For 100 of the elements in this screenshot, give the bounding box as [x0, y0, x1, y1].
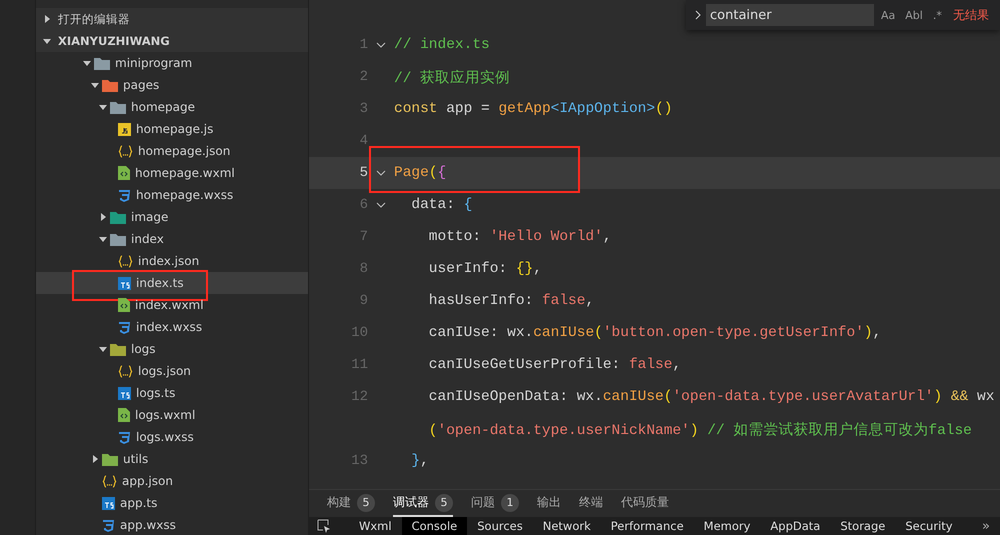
fold-chevron-icon[interactable] [376, 202, 386, 208]
file-item[interactable]: homepage.wxml [36, 162, 308, 184]
code-file-icon [118, 298, 130, 312]
file-item[interactable]: index.wxss [36, 316, 308, 338]
devtools-tab[interactable]: Sources [467, 517, 533, 535]
count-badge: 5 [435, 494, 453, 512]
file-item[interactable]: logs.ts [36, 382, 308, 404]
css-file-icon [118, 188, 131, 202]
folder-item[interactable]: logs [36, 338, 308, 360]
folder-item[interactable]: index [36, 228, 308, 250]
code-line: // 获取应用实例 [394, 68, 510, 86]
file-name: homepage.json [138, 144, 230, 158]
folder-item[interactable]: homepage [36, 96, 308, 118]
caret-icon [99, 345, 107, 353]
file-name: homepage.wxss [136, 188, 234, 202]
file-name: index.wxml [135, 298, 204, 312]
file-name: index.ts [136, 276, 184, 290]
section-title[interactable]: 打开的编辑器 [58, 12, 130, 26]
devtools-tab[interactable]: Network [532, 517, 601, 535]
file-name: app.wxss [120, 518, 176, 532]
file-item[interactable]: homepage.wxss [36, 184, 308, 206]
find-option[interactable]: Abl [902, 8, 926, 22]
file-item[interactable]: index.json [36, 250, 308, 272]
file-item[interactable]: app.wxss [36, 514, 308, 535]
line-number: 7 [360, 229, 368, 245]
devtools-tab[interactable]: Wxml [349, 517, 402, 535]
css-file-icon [118, 320, 131, 334]
code-file-icon [118, 166, 130, 180]
file-name: logs.wxss [136, 430, 194, 444]
devtools-tab[interactable]: AppData [760, 517, 830, 535]
folder-item[interactable]: utils [36, 448, 308, 470]
panel-tab[interactable]: 终端 [579, 490, 603, 517]
chevron-icon[interactable] [694, 9, 702, 21]
fold-chevron-icon[interactable] [376, 170, 386, 176]
folder-icon [102, 452, 118, 466]
find-option[interactable]: Aa [878, 8, 898, 22]
line-number: 4 [360, 133, 368, 149]
devtools-tab[interactable]: Console [402, 517, 468, 535]
file-name: index.json [138, 254, 200, 268]
file-item[interactable]: index.ts [36, 272, 308, 294]
file-item[interactable]: logs.json [36, 360, 308, 382]
line-number: 12 [351, 389, 368, 405]
line-number: 1 [360, 37, 368, 53]
code-line: data: { [410, 197, 472, 213]
braces-icon [118, 144, 133, 158]
file-name: pages [123, 78, 160, 92]
more-tabs-button[interactable]: » [982, 518, 1000, 534]
file-name: logs.json [138, 364, 191, 378]
folder-item[interactable]: miniprogram [36, 52, 308, 74]
braces-icon [102, 474, 117, 488]
panel-tab[interactable]: 代码质量 [621, 490, 669, 517]
code-line: canIUseGetUserProfile: false, [428, 357, 682, 373]
file-name: app.ts [120, 496, 158, 510]
panel-tab[interactable]: 构建 5 [327, 490, 375, 517]
caret-icon [99, 235, 107, 243]
file-item[interactable]: homepage.json [36, 140, 308, 162]
folder-icon [110, 100, 126, 114]
folder-icon [94, 56, 110, 70]
devtools-tab[interactable]: Storage [830, 517, 896, 535]
braces-icon [118, 254, 133, 268]
folder-item[interactable]: pages [36, 74, 308, 96]
file-item[interactable]: app.ts [36, 492, 308, 514]
fold-chevron-icon[interactable] [376, 42, 386, 48]
file-name: app.json [122, 474, 173, 488]
file-item[interactable]: index.wxml [36, 294, 308, 316]
caret-icon [99, 213, 107, 221]
js-file-icon [118, 122, 131, 136]
devtools-tab[interactable]: Memory [694, 517, 760, 535]
panel-tab[interactable]: 输出 [537, 490, 561, 517]
count-badge: 5 [357, 494, 375, 512]
caret-icon [91, 81, 99, 89]
find-input[interactable]: container [706, 4, 874, 26]
panel-tab[interactable]: 问题 1 [471, 490, 519, 517]
code-line: canIUse: wx.canIUse('button.open-type.getUserInfo'), [428, 325, 882, 341]
line-number: 10 [351, 325, 368, 341]
file-name: homepage.js [136, 122, 214, 136]
line-number: 2 [360, 69, 368, 85]
folder-item[interactable]: image [36, 206, 308, 228]
inspect-icon[interactable] [317, 519, 331, 533]
count-badge: 1 [501, 494, 519, 512]
ts-file-icon [118, 386, 131, 400]
file-item[interactable]: logs.wxml [36, 404, 308, 426]
caret-icon [43, 15, 51, 23]
find-option[interactable]: .* [930, 8, 945, 22]
file-name: homepage.wxml [135, 166, 235, 180]
file-name: image [131, 210, 168, 224]
line-number: 8 [360, 261, 368, 277]
code-line: userInfo: {}, [428, 261, 542, 277]
code-line: motto: 'Hello World', [428, 229, 612, 245]
folder-icon [102, 78, 118, 92]
file-name: index.wxss [136, 320, 202, 334]
line-number: 13 [351, 453, 368, 469]
file-item[interactable]: logs.wxss [36, 426, 308, 448]
file-item[interactable]: homepage.js [36, 118, 308, 140]
code-line: canIUseOpenData: wx.canIUse('open-data.type.userAvatarUrl') && wx [428, 389, 994, 405]
devtools-tab[interactable]: Performance [600, 517, 694, 535]
file-item[interactable]: app.json [36, 470, 308, 492]
no-results-text: 无结果 [952, 6, 989, 24]
caret-icon [99, 103, 107, 111]
devtools-tab[interactable]: Security [895, 517, 963, 535]
